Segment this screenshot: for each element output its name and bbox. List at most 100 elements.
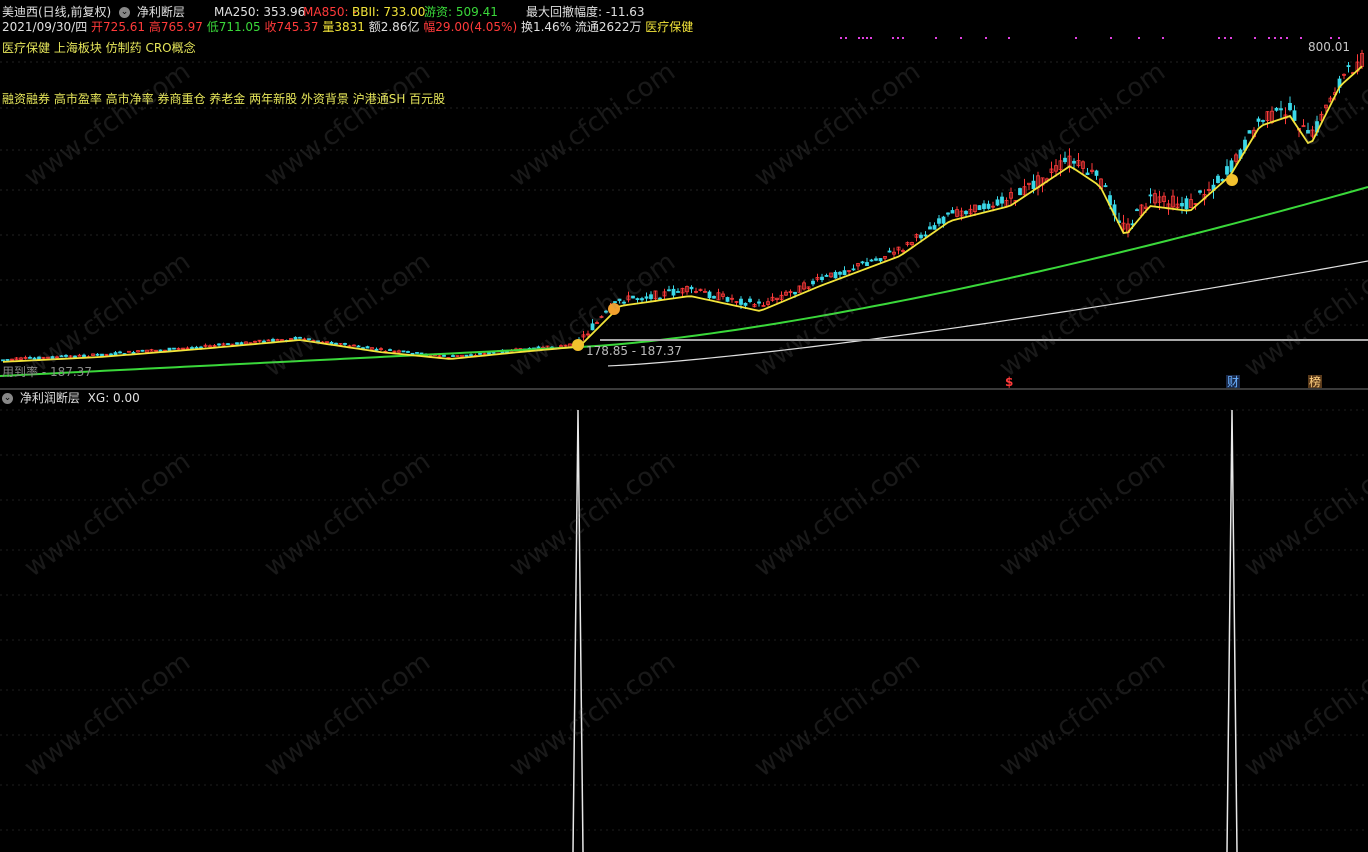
rank-marker[interactable]: 榜 <box>1308 375 1323 389</box>
price-chart[interactable] <box>0 0 1368 388</box>
signal-dot <box>902 37 904 39</box>
signal-dot <box>1138 37 1140 39</box>
candle-body <box>671 288 676 296</box>
candle-body <box>824 275 829 277</box>
signal-dot <box>1230 37 1232 39</box>
candle-body <box>658 297 662 300</box>
signal-dot <box>1224 37 1226 39</box>
candle-body <box>941 216 946 224</box>
signal-dot <box>1330 37 1332 39</box>
candle-body <box>194 346 199 349</box>
candle-body <box>464 354 469 357</box>
candle-body <box>1085 172 1090 175</box>
smiley-icon[interactable] <box>608 303 620 315</box>
candle-body <box>712 296 716 299</box>
candle-body <box>964 210 968 215</box>
finance-marker[interactable]: 财 <box>1226 375 1241 389</box>
candle-body <box>343 343 347 345</box>
candle-body <box>613 301 617 303</box>
candle-body <box>838 271 842 275</box>
candle-body <box>59 355 64 358</box>
candle-body <box>262 340 266 343</box>
candle-body <box>365 346 370 349</box>
main-grid <box>0 61 1368 326</box>
smiley-icon[interactable] <box>1226 174 1238 186</box>
signal-dot <box>1218 37 1220 39</box>
candle-body <box>676 291 680 293</box>
candle-body <box>982 203 986 210</box>
candle-body <box>590 323 595 331</box>
candle-body <box>995 199 1000 206</box>
candle-body <box>1279 108 1283 111</box>
candle-body <box>1072 160 1076 164</box>
candle-body <box>1031 180 1036 190</box>
signal-dot <box>892 37 894 39</box>
range-label: 178.85 - 187.37 <box>586 344 682 358</box>
candle-body <box>869 259 874 262</box>
candle-body <box>1256 118 1261 122</box>
candle-body <box>1 359 5 362</box>
signal-dot <box>866 37 868 39</box>
candle-body <box>923 234 928 237</box>
candle-body <box>235 342 239 345</box>
candle-body <box>622 301 626 304</box>
signal-dot <box>960 37 962 39</box>
candle-body <box>82 354 86 357</box>
signal-dot <box>845 37 847 39</box>
signal-dot <box>1110 37 1112 39</box>
candle-body <box>109 353 113 356</box>
candle-body <box>127 350 131 353</box>
candle-body <box>1225 166 1229 175</box>
candle-body <box>1000 196 1004 204</box>
candle-body <box>748 298 752 303</box>
candle-body <box>298 336 302 339</box>
candle-body <box>739 298 743 305</box>
candle-body <box>5 359 10 361</box>
candle-body <box>401 350 406 353</box>
signal-dot <box>897 37 899 39</box>
indicator-chart[interactable] <box>0 390 1368 852</box>
dollar-marker[interactable]: $ <box>1005 375 1013 389</box>
signal-dot <box>1274 37 1276 39</box>
smiley-icon[interactable] <box>572 339 584 351</box>
candle-body <box>1184 198 1189 210</box>
candle-body <box>415 352 419 354</box>
signal-dot <box>1280 37 1282 39</box>
candle-body <box>140 349 145 352</box>
candle-body <box>919 234 923 239</box>
signal-spike <box>572 409 584 852</box>
candle-body <box>28 356 32 359</box>
signal-dot <box>1254 37 1256 39</box>
sub-grid <box>0 409 1368 831</box>
candle-body <box>793 291 797 295</box>
candle-body <box>307 338 311 341</box>
left-range-label: 用到率 - 187.37 <box>2 365 92 379</box>
candle-body <box>1261 120 1265 122</box>
candle-body <box>73 355 77 358</box>
signal-dot <box>1075 37 1077 39</box>
candle-body <box>226 343 230 345</box>
candle-body <box>757 301 761 304</box>
signal-dot <box>1338 37 1340 39</box>
candle-body <box>1346 65 1351 68</box>
candle-body <box>1198 190 1202 193</box>
signal-dot <box>1268 37 1270 39</box>
ma-white-line <box>607 260 1368 367</box>
candle-body <box>851 268 856 271</box>
candle-body <box>977 205 982 211</box>
candle-body <box>649 294 653 299</box>
candle-body <box>478 353 482 355</box>
candle-body <box>689 286 694 290</box>
candle-body <box>860 261 865 264</box>
signal-dot <box>985 37 987 39</box>
signal-dots <box>840 37 1340 39</box>
signal-dot <box>862 37 864 39</box>
candle-body <box>442 354 446 357</box>
candle-body <box>1288 102 1292 111</box>
candle-body <box>1216 175 1220 183</box>
candle-body <box>1063 157 1067 163</box>
candle-body <box>158 349 163 352</box>
candle-body <box>842 270 847 276</box>
signal-dot <box>1008 37 1010 39</box>
candle-body <box>1148 194 1153 197</box>
